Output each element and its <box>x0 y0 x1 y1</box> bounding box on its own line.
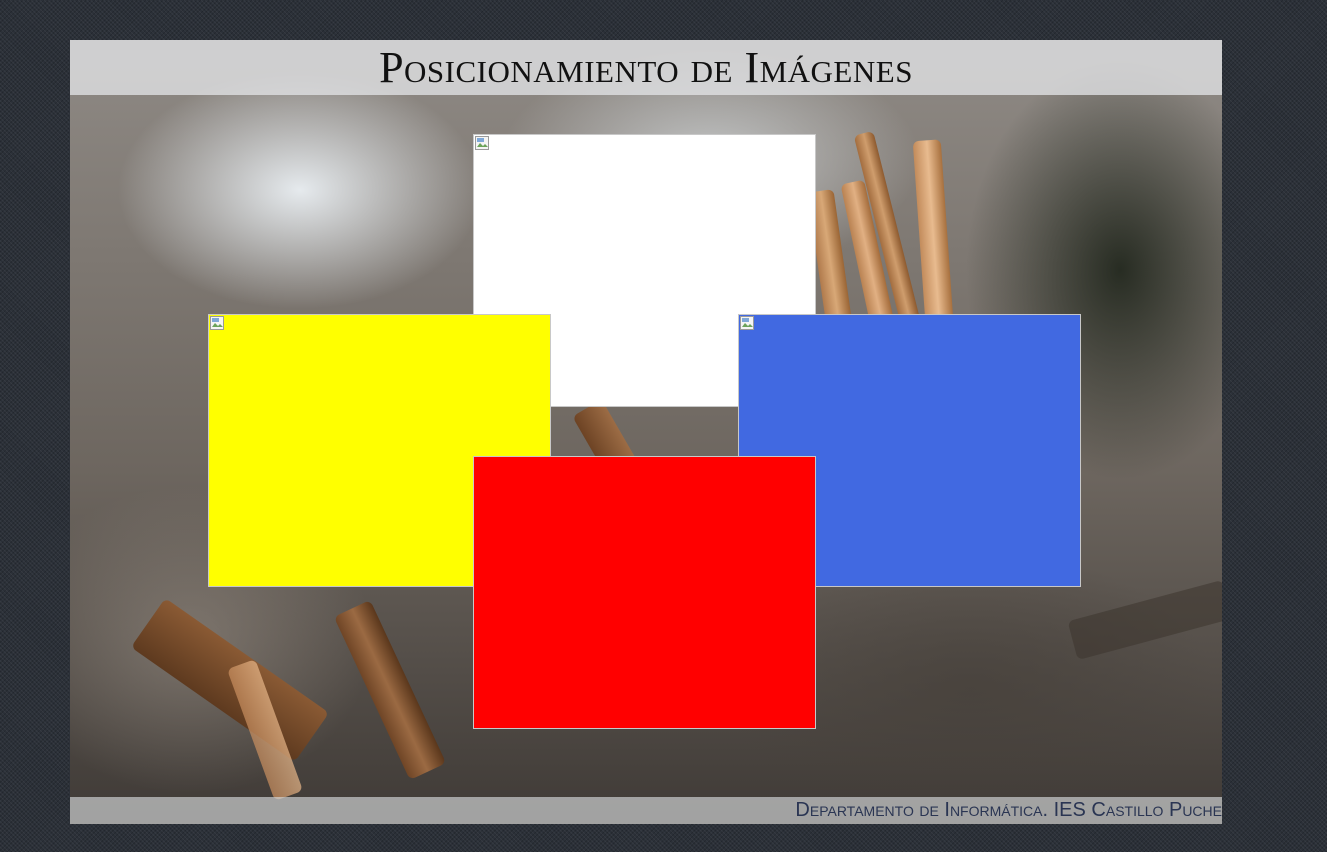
broken-image-icon <box>475 136 490 151</box>
page-header: Posicionamiento de Imágenes <box>70 40 1222 95</box>
image-bottom <box>473 456 816 729</box>
broken-image-icon <box>740 316 755 331</box>
background-shadow <box>1067 579 1222 661</box>
page-frame: Posicionamiento de Imágenes Departamento… <box>70 40 1222 824</box>
background-clothespin <box>333 599 447 781</box>
page-title: Posicionamiento de Imágenes <box>379 43 913 92</box>
page-footer: Departamento de Informática. IES Castill… <box>70 797 1222 824</box>
footer-text: Departamento de Informática. IES Castill… <box>795 799 1222 821</box>
broken-image-icon <box>210 316 225 331</box>
